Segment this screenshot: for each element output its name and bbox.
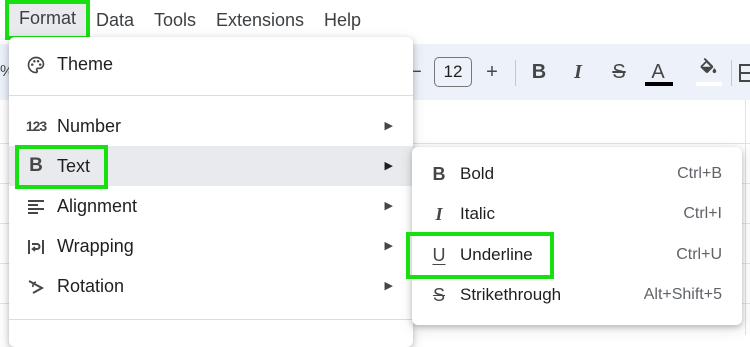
text-submenu-label: Bold <box>460 164 495 183</box>
format-menu-item-wrapping[interactable]: Wrapping ▶ <box>9 226 413 266</box>
text-color-swatch <box>645 82 673 86</box>
format-menu-label: Alignment <box>57 196 138 216</box>
fill-color-button[interactable] <box>694 44 722 100</box>
keyboard-shortcut: Ctrl+B <box>677 165 722 182</box>
submenu-arrow-icon: ▶ <box>384 240 393 252</box>
menu-data[interactable]: Data <box>92 2 138 38</box>
bold-button[interactable]: B <box>527 44 551 100</box>
submenu-arrow-icon: ▶ <box>384 120 393 132</box>
format-menu-item-number[interactable]: 123 Number ▶ <box>9 106 413 146</box>
menu-help[interactable]: Help <box>320 2 365 38</box>
text-submenu-label: Strikethrough <box>460 285 562 304</box>
palette-icon <box>23 44 49 84</box>
submenu-arrow-icon: ▶ <box>384 280 393 292</box>
text-submenu-item-strikethrough[interactable]: S Strikethrough Alt+Shift+5 <box>412 275 742 315</box>
align-left-icon <box>23 186 49 226</box>
keyboard-shortcut: Ctrl+I <box>683 205 722 222</box>
text-color-button[interactable]: A <box>644 44 672 100</box>
strikethrough-icon: S <box>432 285 445 305</box>
menu-format[interactable]: Format <box>5 0 90 40</box>
format-menu: Theme 123 Number ▶ B Text ▶ Alignment ▶ … <box>9 37 413 347</box>
format-menu-label: Rotation <box>57 276 125 296</box>
grid-line <box>745 100 746 335</box>
keyboard-shortcut: Ctrl+U <box>676 246 722 263</box>
format-menu-label: Number <box>57 116 122 136</box>
menu-tools[interactable]: Tools <box>150 2 200 38</box>
borders-button[interactable] <box>738 44 750 100</box>
menu-divider <box>9 95 413 96</box>
wrap-icon <box>23 226 49 266</box>
toolbar-divider <box>515 60 516 86</box>
submenu-arrow-icon: ▶ <box>384 200 393 212</box>
fill-color-swatch <box>696 82 722 86</box>
format-menu-item-alignment[interactable]: Alignment ▶ <box>9 186 413 226</box>
paint-bucket-icon <box>700 57 717 73</box>
borders-icon <box>739 63 750 82</box>
text-color-glyph: A <box>651 61 665 83</box>
menu-extensions[interactable]: Extensions <box>212 2 308 38</box>
bold-icon: B <box>432 164 446 184</box>
menu-divider <box>9 319 413 320</box>
format-menu-item-rotation[interactable]: Rotation ▶ <box>9 266 413 306</box>
italic-button[interactable]: I <box>566 44 590 100</box>
text-submenu-item-italic[interactable]: I Italic Ctrl+I <box>412 194 742 234</box>
text-submenu-item-bold[interactable]: B Bold Ctrl+B <box>412 154 742 194</box>
italic-icon: I <box>435 204 443 224</box>
format-menu-label: Theme <box>57 54 114 74</box>
rotation-icon <box>23 266 49 306</box>
format-menu-label: Wrapping <box>57 236 134 256</box>
font-size-input[interactable]: 12 <box>434 57 472 87</box>
submenu-arrow-icon: ▶ <box>384 160 393 172</box>
menubar: Format Data Tools Extensions Help <box>0 0 750 40</box>
number-icon: 123 <box>25 118 47 134</box>
highlight-box-text <box>15 145 108 189</box>
toolbar-divider <box>731 60 732 86</box>
highlight-box-underline <box>406 232 554 279</box>
format-menu-item-theme[interactable]: Theme <box>9 44 413 84</box>
strikethrough-button[interactable]: S <box>606 44 632 100</box>
increase-font-size-button[interactable]: + <box>480 44 504 100</box>
text-submenu-label: Italic <box>460 204 495 223</box>
keyboard-shortcut: Alt+Shift+5 <box>643 286 722 303</box>
